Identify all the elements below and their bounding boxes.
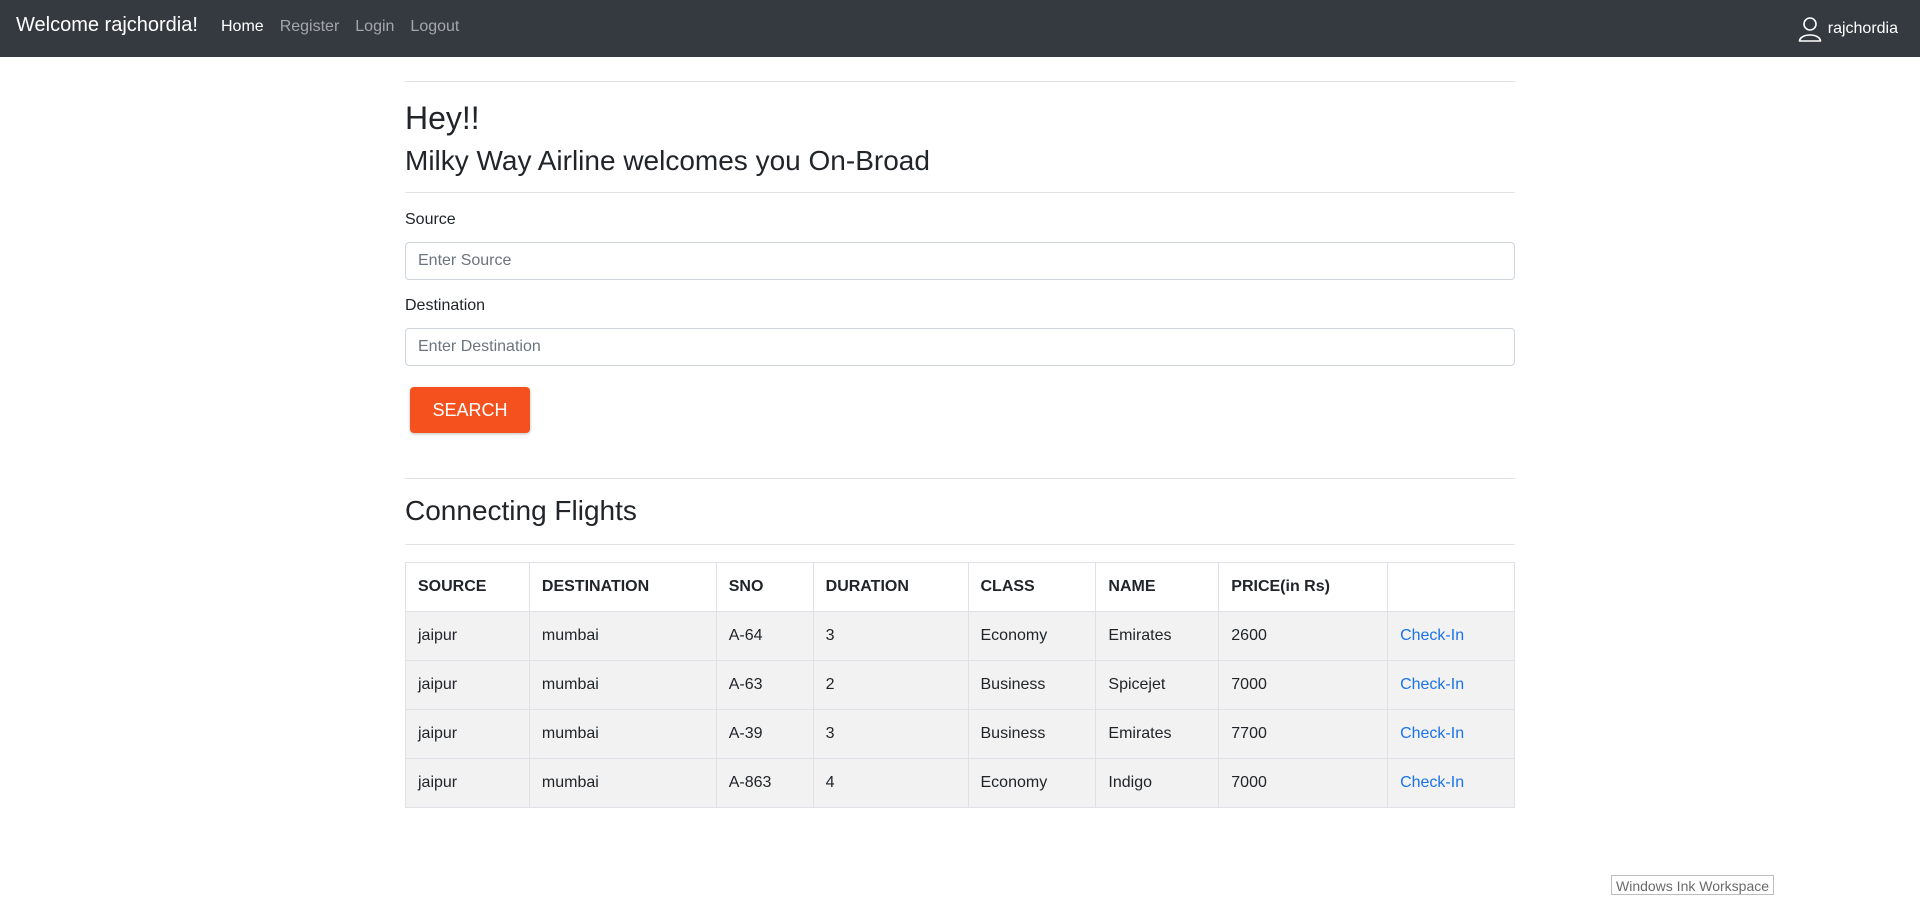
form-divider	[405, 478, 1515, 479]
cell-name: Emirates	[1095, 709, 1220, 759]
cell-destination: mumbai	[528, 611, 717, 661]
flights-divider	[405, 544, 1515, 545]
flights-table: SOURCE DESTINATION SNO DURATION CLASS NA…	[405, 562, 1515, 808]
cell-action: Check-In	[1387, 758, 1515, 808]
check-in-link[interactable]: Check-In	[1400, 676, 1464, 693]
navbar-brand[interactable]: Welcome rajchordia!	[16, 14, 198, 37]
cell-source: jaipur	[405, 611, 530, 661]
source-group: Source	[405, 211, 456, 229]
destination-label: Destination	[405, 297, 486, 314]
table-row: jaipur mumbai A-863 4 Economy Indigo 700…	[405, 758, 1515, 808]
column-header: DURATION	[812, 562, 969, 612]
column-header: NAME	[1095, 562, 1220, 612]
nav-links: Home Register Login Logout	[221, 18, 459, 36]
destination-input[interactable]	[405, 328, 1515, 366]
search-button[interactable]: SEARCH	[410, 387, 530, 433]
connecting-flights-title: Connecting Flights	[405, 495, 637, 526]
greeting-heading: Hey!!	[405, 100, 480, 136]
windows-ink-workspace-button[interactable]: Windows Ink Workspace	[1611, 875, 1775, 895]
table-header-row: SOURCE DESTINATION SNO DURATION CLASS NA…	[405, 562, 1515, 612]
nav-link-home[interactable]: Home	[221, 18, 264, 36]
column-header: DESTINATION	[528, 562, 717, 612]
top-divider	[405, 81, 1515, 82]
user-icon	[1798, 16, 1822, 42]
cell-destination: mumbai	[528, 660, 717, 710]
cell-class: Economy	[967, 611, 1097, 661]
hero-divider	[405, 191, 1515, 193]
column-header: PRICE(in Rs)	[1218, 562, 1389, 612]
cell-action: Check-In	[1387, 709, 1515, 759]
cell-source: jaipur	[405, 660, 530, 710]
cell-duration: 2	[812, 660, 969, 710]
cell-class: Economy	[967, 758, 1097, 808]
cell-price: 7000	[1218, 758, 1389, 808]
source-label: Source	[405, 211, 456, 228]
cell-price: 2600	[1218, 611, 1389, 661]
check-in-link[interactable]: Check-In	[1400, 627, 1464, 644]
cell-name: Spicejet	[1095, 660, 1220, 710]
cell-source: jaipur	[405, 709, 530, 759]
cell-duration: 3	[812, 611, 969, 661]
cell-price: 7000	[1218, 660, 1389, 710]
check-in-link[interactable]: Check-In	[1400, 774, 1464, 791]
navbar: Welcome rajchordia! Home Register Login …	[0, 0, 1920, 57]
cell-sno: A-39	[715, 709, 814, 759]
nav-link-logout[interactable]: Logout	[410, 18, 459, 36]
cell-class: Business	[967, 709, 1097, 759]
cell-sno: A-63	[715, 660, 814, 710]
user-name: rajchordia	[1827, 20, 1898, 37]
nav-link-register[interactable]: Register	[280, 18, 340, 36]
cell-sno: A-863	[715, 758, 814, 808]
main-container: Hey!! Milky Way Airline welcomes you On-…	[405, 81, 1515, 808]
cell-name: Emirates	[1095, 611, 1220, 661]
table-row: jaipur mumbai A-39 3 Business Emirates 7…	[405, 709, 1515, 759]
table-row: jaipur mumbai A-63 2 Business Spicejet 7…	[405, 660, 1515, 710]
cell-name: Indigo	[1095, 758, 1220, 808]
cell-duration: 4	[812, 758, 969, 808]
destination-group: Destination	[405, 297, 485, 315]
column-header: CLASS	[967, 562, 1097, 612]
cell-action: Check-In	[1387, 611, 1515, 661]
cell-destination: mumbai	[528, 709, 717, 759]
cell-sno: A-64	[715, 611, 814, 661]
column-header	[1387, 562, 1515, 612]
cell-destination: mumbai	[528, 758, 717, 808]
cell-duration: 3	[812, 709, 969, 759]
user-menu[interactable]: rajchordia	[1798, 16, 1898, 42]
cell-price: 7700	[1218, 709, 1389, 759]
cell-source: jaipur	[405, 758, 530, 808]
check-in-link[interactable]: Check-In	[1400, 725, 1464, 742]
cell-class: Business	[967, 660, 1097, 710]
table-row: jaipur mumbai A-64 3 Economy Emirates 26…	[405, 611, 1515, 661]
welcome-heading: Milky Way Airline welcomes you On-Broad	[405, 145, 930, 177]
column-header: SNO	[715, 562, 814, 612]
cell-action: Check-In	[1387, 660, 1515, 710]
column-header: SOURCE	[405, 562, 530, 612]
source-input[interactable]	[405, 242, 1515, 280]
nav-link-login[interactable]: Login	[355, 18, 394, 36]
